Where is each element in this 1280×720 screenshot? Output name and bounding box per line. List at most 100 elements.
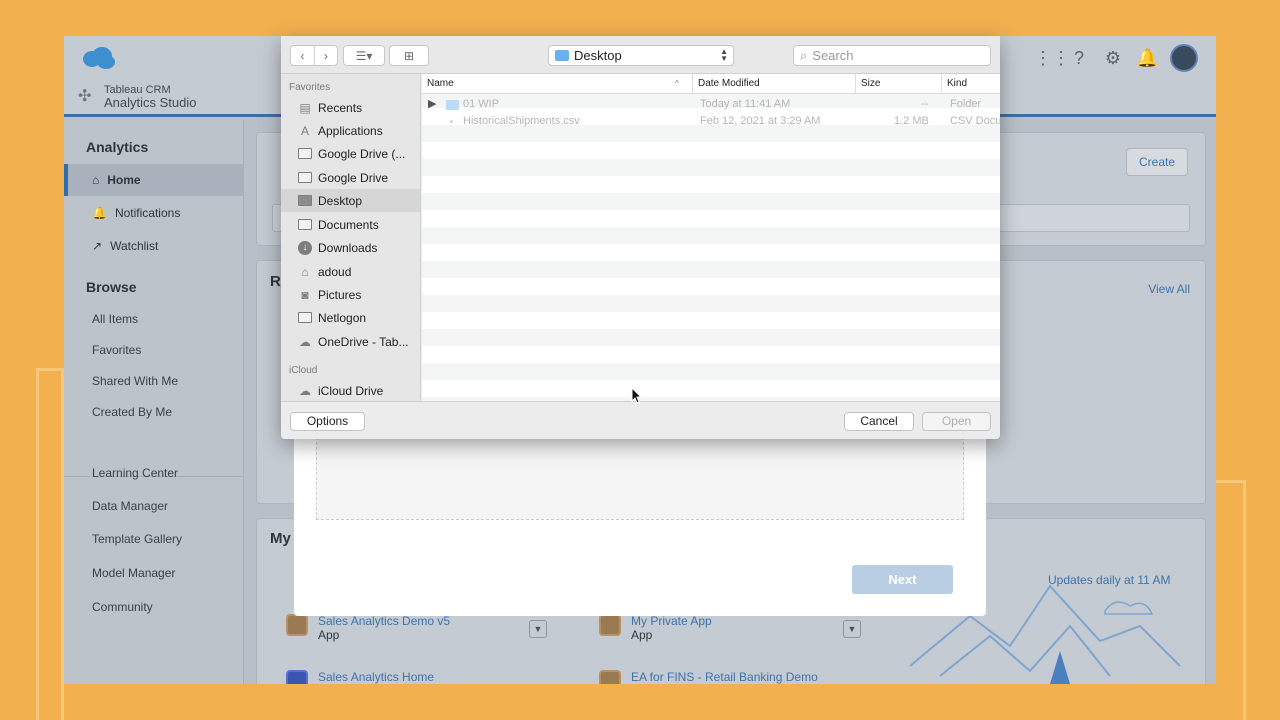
sidebar-item-watchlist[interactable]: ↗ Watchlist (64, 230, 244, 262)
app-name[interactable]: EA for FINS - Retail Banking Demo (631, 670, 818, 684)
browse-link-shared[interactable]: Shared With Me (92, 374, 178, 388)
background-decoration (1216, 480, 1246, 720)
tableau-logo-icon: ✣ (78, 88, 92, 105)
column-kind[interactable]: Kind (941, 74, 1000, 94)
sidebar-item-home-folder[interactable]: ⌂ adoud (281, 260, 420, 283)
app-tile[interactable]: My Private App App (599, 614, 712, 642)
background-decoration (36, 368, 64, 720)
folder-icon (555, 50, 569, 61)
avatar[interactable] (1170, 44, 1198, 72)
back-icon[interactable]: ‹ (291, 46, 314, 65)
sidebar-item-netlogon[interactable]: Netlogon (281, 306, 420, 329)
sidebar-item-documents[interactable]: Documents (281, 213, 420, 236)
browse-link-created[interactable]: Created By Me (92, 405, 172, 419)
app-name[interactable]: Sales Analytics Demo v5 (318, 614, 450, 628)
link-data-manager[interactable]: Data Manager (92, 499, 168, 513)
document-icon: ▪ (450, 117, 453, 126)
file-name: HistoricalShipments.csv (463, 115, 580, 127)
app-icon (286, 614, 308, 636)
link-community[interactable]: Community (92, 600, 153, 614)
forward-icon[interactable]: › (313, 46, 337, 65)
next-button[interactable]: Next (852, 565, 953, 594)
new-folder-icon[interactable]: ⊞ (389, 45, 429, 66)
home-icon: ⌂ (301, 264, 309, 279)
nav-buttons: ‹ › (290, 45, 338, 66)
options-button[interactable]: Options (290, 412, 365, 431)
sidebar-item-onedrive[interactable]: ☁ OneDrive - Tab... (281, 330, 420, 353)
create-button[interactable]: Create (1126, 148, 1188, 176)
column-header: Name ^ Date Modified Size Kind (422, 74, 1000, 94)
disclosure-triangle-icon[interactable]: ▶ (428, 96, 436, 113)
sidebar-item-google-drive-1[interactable]: Google Drive (... (281, 142, 420, 165)
recents-icon: ▤ (299, 100, 311, 115)
search-placeholder: Search (812, 48, 854, 63)
sort-caret-icon: ^ (675, 79, 679, 88)
sidebar-item-applications[interactable]: A Applications (281, 119, 420, 142)
app-type: App (318, 628, 340, 642)
link-template-gallery[interactable]: Template Gallery (92, 532, 182, 546)
location-select[interactable]: Desktop ▲ ▼ (548, 45, 734, 66)
brand: ✣ Tableau CRM Analytics Studio (78, 84, 197, 110)
sidebar-item-pictures[interactable]: ◙ Pictures (281, 283, 420, 306)
column-date-modified[interactable]: Date Modified (692, 74, 855, 94)
file-date: Feb 12, 2021 at 3:29 AM (700, 115, 821, 127)
trend-icon: ↗ (92, 239, 103, 253)
sidebar-item-google-drive-2[interactable]: Google Drive (281, 166, 420, 189)
tile-menu-icon[interactable]: ▼ (529, 620, 547, 638)
browse-link-all-items[interactable]: All Items (92, 312, 138, 326)
file-list: Name ^ Date Modified Size Kind ▶ 01 WIP … (422, 74, 1000, 401)
file-open-dialog: ‹ › ☰▾ ⊞ Desktop ▲ ▼ ⌕ Search Favorites ▤… (281, 36, 1000, 439)
documents-icon (298, 218, 312, 232)
app-name[interactable]: My Private App (631, 614, 712, 628)
search-input[interactable]: ⌕ Search (793, 45, 991, 66)
sidebar-item-icloud-drive[interactable]: ☁ iCloud Drive (281, 379, 420, 401)
open-button[interactable]: Open (922, 412, 991, 431)
app-launcher-icon[interactable]: ⋮⋮ (1034, 47, 1070, 69)
sidebar-item-label: Applications (318, 123, 383, 138)
sidebar-item-label: iCloud Drive (318, 383, 384, 398)
file-row[interactable]: ▶ 01 WIP Today at 11:41 AM -- Folder (422, 96, 1000, 113)
file-size: 1.2 MB (894, 115, 929, 127)
folder-icon (298, 147, 312, 161)
file-name: 01 WIP (463, 98, 500, 110)
gear-icon[interactable]: ⚙ (1102, 47, 1124, 69)
salesforce-logo-icon[interactable] (80, 46, 116, 70)
app-name[interactable]: Sales Analytics Home (318, 670, 434, 684)
my-heading: My (270, 530, 291, 547)
folder-icon (446, 100, 459, 110)
browse-link-favorites[interactable]: Favorites (92, 343, 141, 357)
sidebar-item-desktop[interactable]: Desktop (281, 189, 420, 212)
mouse-cursor-icon (631, 387, 643, 404)
cloud-icon: ☁ (299, 334, 311, 349)
brand-line-2: Analytics Studio (104, 95, 197, 110)
file-kind: CSV Docu (950, 115, 1000, 127)
app-tile[interactable]: Sales Analytics Home (286, 670, 434, 684)
camera-icon: ◙ (301, 287, 309, 302)
app-tile[interactable]: EA for FINS - Retail Banking Demo (599, 670, 818, 684)
view-mode-icon[interactable]: ☰▾ (343, 45, 385, 66)
column-size[interactable]: Size (855, 74, 941, 94)
link-model-manager[interactable]: Model Manager (92, 566, 175, 580)
sidebar-item-downloads[interactable]: ↓ Downloads (281, 236, 420, 259)
cancel-button[interactable]: Cancel (844, 412, 914, 431)
help-icon[interactable]: ? (1068, 47, 1090, 69)
sidebar-item-recents[interactable]: ▤ Recents (281, 96, 420, 119)
sidebar-item-home[interactable]: ⌂ Home (64, 164, 244, 196)
app-tile[interactable]: Sales Analytics Demo v5 App (286, 614, 450, 642)
sidebar-item-notifications[interactable]: 🔔 Notifications (64, 197, 244, 229)
location-label: Desktop (574, 48, 622, 63)
link-learning-center[interactable]: Learning Center (92, 466, 178, 480)
sidebar-item-label: Recents (318, 100, 363, 115)
bell-icon: 🔔 (92, 206, 107, 220)
tile-menu-icon[interactable]: ▼ (843, 620, 861, 638)
dialog-toolbar: ‹ › ☰▾ ⊞ Desktop ▲ ▼ ⌕ Search (281, 36, 1000, 74)
notification-bell-icon[interactable]: 🔔 (1136, 47, 1158, 69)
column-name[interactable]: Name (422, 74, 692, 94)
view-all-link[interactable]: View All (1148, 282, 1190, 296)
file-row[interactable]: ▪ HistoricalShipments.csv Feb 12, 2021 a… (422, 113, 1000, 130)
sidebar-item-label: Notifications (114, 206, 181, 220)
sidebar-heading-browse: Browse (86, 279, 137, 295)
app-type: App (631, 628, 653, 642)
downloads-icon: ↓ (298, 240, 312, 255)
home-icon: ⌂ (92, 173, 100, 187)
